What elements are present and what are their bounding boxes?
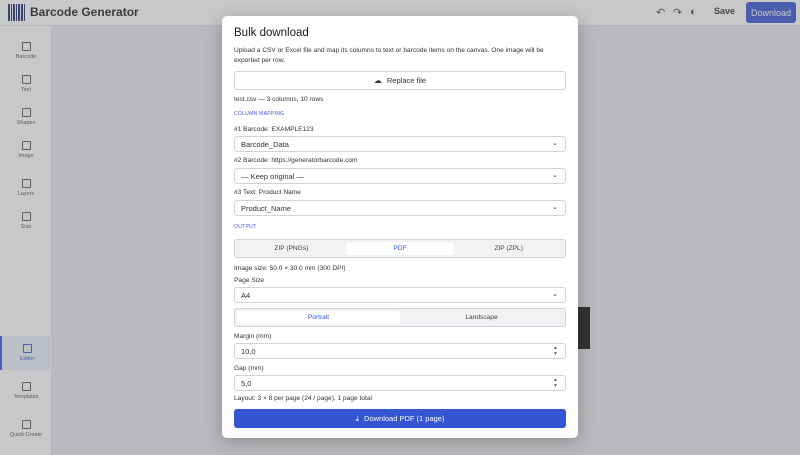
stepper-value: 5,0 (241, 379, 252, 388)
gap-stepper[interactable]: 5,0 ▲ ▼ (234, 375, 566, 391)
page-size-select[interactable]: A4 ⌄ (234, 287, 566, 303)
page-size-label: Page Size (234, 277, 265, 284)
mapping-select-3[interactable]: Product_Name ⌄ (234, 200, 566, 216)
stepper-value: 10,0 (241, 347, 256, 356)
download-icon: ⤓ (355, 413, 360, 423)
upload-cloud-icon: ☁ (373, 76, 382, 85)
chevron-down-icon: ⌄ (552, 140, 558, 147)
mapping-label-2: #2 Barcode: https://generatorbarcode.com (234, 157, 358, 164)
dialog-title: Bulk download (234, 27, 309, 39)
column-mapping-heading: COLUMN MAPPING (234, 111, 285, 117)
chevron-down-icon: ⌄ (552, 172, 558, 179)
layout-info: Layout: 3 × 8 per page (24 / page), 1 pa… (234, 395, 373, 402)
orientation-option-portrait[interactable]: Portrait (237, 311, 400, 324)
select-value: Product_Name (241, 204, 292, 213)
image-size-info: Image size: 50.0 × 30.0 mm (300 DPI) (234, 265, 346, 272)
download-pdf-button[interactable]: ⤓ Download PDF (1 page) (234, 409, 566, 428)
select-value: A4 (241, 291, 251, 300)
format-selector: ZIP (PNGs) PDF ZIP (ZPL) (234, 239, 566, 258)
stepper-arrows-icon[interactable]: ▲ ▼ (553, 377, 558, 389)
orientation-selector: Portrait Landscape (234, 308, 566, 327)
mapping-select-1[interactable]: Barcode_Data ⌄ (234, 136, 566, 152)
chevron-down-icon: ⌄ (552, 291, 558, 298)
bulk-download-dialog: Bulk download Upload a CSV or Excel file… (222, 16, 578, 438)
gap-label: Gap (mm) (234, 365, 264, 372)
replace-file-label: Replace file (386, 76, 427, 85)
replace-file-button[interactable]: ☁ Replace file (234, 71, 566, 90)
mapping-label-3: #3 Text: Product Name (234, 189, 301, 196)
mapping-label-1: #1 Barcode: EXAMPLE123 (234, 126, 314, 133)
download-pdf-label: Download PDF (1 page) (364, 414, 445, 423)
output-heading: OUTPUT (234, 224, 257, 230)
file-info: test.csv — 3 columns, 10 rows (234, 96, 324, 103)
dialog-description: Upload a CSV or Excel file and map its c… (234, 47, 544, 64)
mapping-select-2[interactable]: — Keep original — ⌄ (234, 168, 566, 184)
chevron-down-icon: ⌄ (552, 204, 558, 211)
select-value: — Keep original — (241, 172, 304, 181)
format-option-zip-zpl[interactable]: ZIP (ZPL) (454, 242, 563, 255)
select-value: Barcode_Data (241, 140, 289, 149)
margin-label: Margin (mm) (234, 333, 272, 340)
format-option-zip-png[interactable]: ZIP (PNGs) (237, 242, 346, 255)
margin-stepper[interactable]: 10,0 ▲ ▼ (234, 343, 566, 359)
orientation-option-landscape[interactable]: Landscape (400, 311, 563, 324)
format-option-pdf[interactable]: PDF (345, 242, 455, 255)
stepper-arrows-icon[interactable]: ▲ ▼ (553, 345, 558, 357)
